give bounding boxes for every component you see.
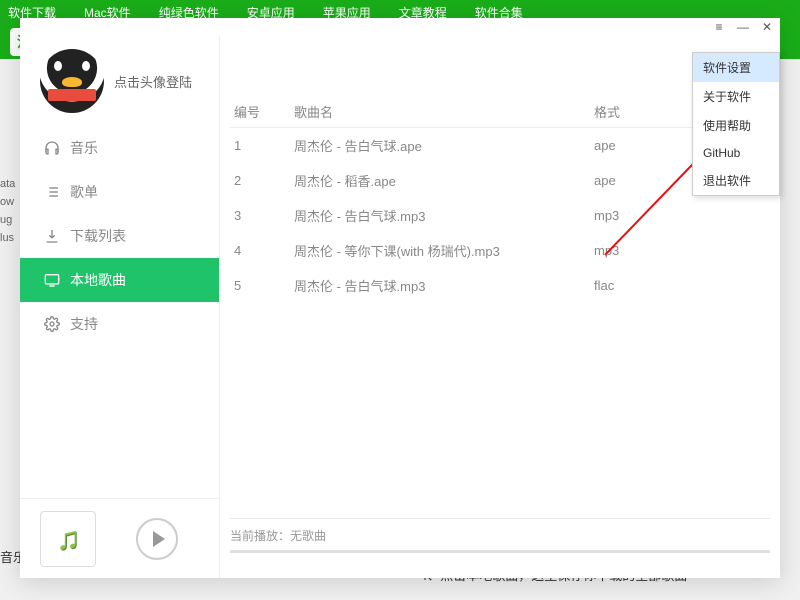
cell-name: 周杰伦 - 告白气球.mp3 bbox=[290, 198, 590, 233]
cell-fmt: ape bbox=[590, 163, 690, 198]
avatar-label: 点击头像登陆 bbox=[114, 72, 192, 91]
menu-icon[interactable]: ≡ bbox=[712, 20, 726, 34]
cell-lyrics bbox=[690, 233, 770, 268]
sidebar-label: 支持 bbox=[70, 314, 98, 334]
cell-name: 周杰伦 - 告白气球.mp3 bbox=[290, 268, 590, 303]
sidebar-item-music[interactable]: 音乐 bbox=[20, 126, 219, 170]
sidebar-item-playlist[interactable]: 歌单 bbox=[20, 170, 219, 214]
monitor-icon bbox=[44, 272, 60, 288]
song-table: 编号 歌曲名 格式 是否有歌词 1 周杰伦 - 告白气球.ape ape 2 周… bbox=[230, 96, 770, 303]
list-icon bbox=[44, 184, 60, 200]
cell-idx: 3 bbox=[230, 198, 290, 233]
play-button[interactable] bbox=[136, 518, 178, 560]
close-icon[interactable]: ✕ bbox=[760, 20, 774, 34]
settings-menu: 软件设置 关于软件 使用帮助 GitHub 退出软件 bbox=[692, 52, 780, 196]
minimize-icon[interactable]: — bbox=[736, 20, 750, 34]
cell-idx: 2 bbox=[230, 163, 290, 198]
cell-idx: 1 bbox=[230, 128, 290, 164]
album-art: ♫ bbox=[40, 511, 96, 567]
cell-lyrics bbox=[690, 198, 770, 233]
table-row[interactable]: 2 周杰伦 - 稻香.ape ape bbox=[230, 163, 770, 198]
menu-software-settings[interactable]: 软件设置 bbox=[693, 53, 779, 82]
menu-help[interactable]: 使用帮助 bbox=[693, 111, 779, 140]
table-row[interactable]: 1 周杰伦 - 告白气球.ape ape bbox=[230, 128, 770, 164]
now-playing: 当前播放：无歌曲 bbox=[230, 518, 770, 578]
cell-idx: 5 bbox=[230, 268, 290, 303]
play-icon bbox=[153, 531, 165, 547]
cell-name: 周杰伦 - 告白气球.ape bbox=[290, 128, 590, 164]
cell-fmt: mp3 bbox=[590, 233, 690, 268]
cell-idx: 4 bbox=[230, 233, 290, 268]
menu-about[interactable]: 关于软件 bbox=[693, 82, 779, 111]
sidebar-label: 歌单 bbox=[70, 182, 98, 202]
cell-fmt: mp3 bbox=[590, 198, 690, 233]
table-row[interactable]: 4 周杰伦 - 等你下课(with 杨瑞代).mp3 mp3 bbox=[230, 233, 770, 268]
bg-fragment: ata ow ug lus bbox=[0, 175, 15, 247]
table-row[interactable]: 5 周杰伦 - 告白气球.mp3 flac bbox=[230, 268, 770, 303]
cell-fmt: ape bbox=[590, 128, 690, 164]
avatar-penguin-icon bbox=[40, 49, 104, 113]
window-titlebar: ≡ — ✕ bbox=[20, 18, 780, 36]
music-app-window: ≡ — ✕ 点击头像登陆 音乐 歌单 下载列表 bbox=[20, 18, 780, 578]
cell-fmt: flac bbox=[590, 268, 690, 303]
download-icon bbox=[44, 228, 60, 244]
sidebar-label: 音乐 bbox=[70, 138, 98, 158]
cell-lyrics bbox=[690, 268, 770, 303]
headphones-icon bbox=[44, 140, 60, 156]
sidebar-label: 下载列表 bbox=[70, 226, 126, 246]
sidebar-item-downloads[interactable]: 下载列表 bbox=[20, 214, 219, 258]
col-name[interactable]: 歌曲名 bbox=[290, 96, 590, 128]
menu-github[interactable]: GitHub bbox=[693, 140, 779, 166]
col-index[interactable]: 编号 bbox=[230, 96, 290, 128]
sidebar-label: 本地歌曲 bbox=[70, 270, 126, 290]
gear-icon bbox=[44, 316, 60, 332]
player-bar: ♫ bbox=[20, 498, 219, 578]
cell-name: 周杰伦 - 稻香.ape bbox=[290, 163, 590, 198]
avatar-block[interactable]: 点击头像登陆 bbox=[20, 36, 219, 126]
col-format[interactable]: 格式 bbox=[590, 96, 690, 128]
progress-bar[interactable] bbox=[230, 550, 770, 553]
sidebar-item-support[interactable]: 支持 bbox=[20, 302, 219, 346]
sidebar-item-local[interactable]: 本地歌曲 bbox=[20, 258, 219, 302]
table-row[interactable]: 3 周杰伦 - 告白气球.mp3 mp3 bbox=[230, 198, 770, 233]
sidebar: 点击头像登陆 音乐 歌单 下载列表 本地歌曲 支持 bbox=[20, 36, 220, 578]
menu-exit[interactable]: 退出软件 bbox=[693, 166, 779, 195]
music-note-icon: ♫ bbox=[56, 520, 80, 557]
cell-name: 周杰伦 - 等你下课(with 杨瑞代).mp3 bbox=[290, 233, 590, 268]
